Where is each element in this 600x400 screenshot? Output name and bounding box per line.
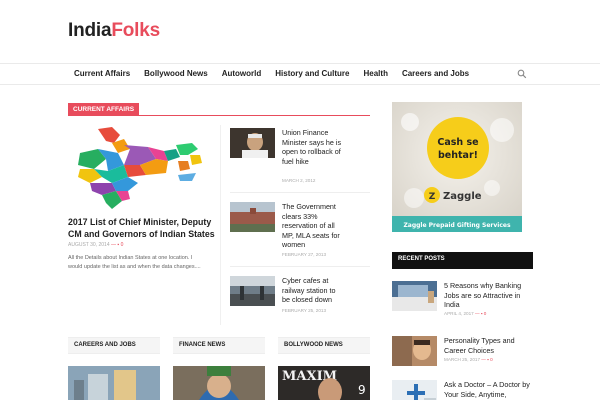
recent-post-thumbnail[interactable] [392,336,437,366]
category-label: BOLLYWOOD NEWS [284,342,343,348]
nav-current-affairs[interactable]: Current Affairs [67,64,137,84]
column-divider [220,125,221,325]
main-nav: Current Affairs Bollywood News Autoworld… [0,63,600,85]
category-bollywood-image[interactable]: MAXIM 9 [278,366,370,400]
category-careers-image[interactable] [68,366,160,400]
zaggle-ad-banner[interactable]: Cash se behtar! Z Zaggle Zaggle Prepaid … [392,102,522,232]
comment-icon: — ▪ [111,242,121,248]
article-thumbnail[interactable] [230,128,275,158]
svg-text:Z: Z [429,192,436,202]
recent-post-date: APRIL 4, 2017 [444,311,474,316]
feature-comment-count[interactable]: 0 [121,242,124,248]
category-bollywood-news[interactable]: BOLLYWOOD NEWS [278,337,370,354]
nav-bollywood-news[interactable]: Bollywood News [137,64,215,84]
recent-post-thumbnail[interactable] [392,281,437,311]
nav-health[interactable]: Health [357,64,395,84]
article-title[interactable]: The Government clears 33% reservation of… [282,202,342,250]
recent-post-title[interactable]: 5 Reasons why Banking Jobs are so Attrac… [444,281,536,310]
nav-autoworld[interactable]: Autoworld [215,64,269,84]
article-thumbnail[interactable] [230,276,275,306]
india-map-image[interactable] [68,125,210,211]
recent-post-meta: APRIL 4, 2017 — ▪ 0 [444,311,486,316]
list-divider [230,192,370,193]
recent-post-comment-count[interactable]: 0 [490,357,493,362]
ad-headline-line2: behtar! [438,150,478,161]
recent-post-title[interactable]: Personality Types and Career Choices [444,336,536,355]
article-date: FEBRUARY 25, 2013 [282,308,327,313]
feature-excerpt: All the Details about Indian States at o… [68,255,201,270]
article-thumbnail[interactable] [230,202,275,232]
category-finance-image[interactable] [173,366,265,400]
section-rule [68,115,370,116]
category-finance-news[interactable]: FINANCE NEWS [173,337,265,354]
feature-title[interactable]: 2017 List of Chief Minister, Deputy CM a… [68,216,218,240]
site-logo[interactable]: IndiaFolks [68,20,160,42]
category-careers-jobs[interactable]: CAREERS AND JOBS [68,337,160,354]
ad-brand-name: Zaggle [443,191,482,202]
recent-post-meta: MARCH 25, 2017 — ▪ 0 [444,357,493,362]
recent-post-comment-count[interactable]: 0 [484,311,487,316]
category-label: CAREERS AND JOBS [74,342,136,348]
ad-headline-line1: Cash se [437,137,478,148]
recent-post-date: MARCH 25, 2017 [444,357,481,362]
comment-icon: — ▪ [473,311,484,316]
list-divider [230,266,370,267]
category-label: FINANCE NEWS [179,342,226,348]
article-date: FEBRUARY 27, 2013 [282,252,327,257]
feature-meta: AUGUST 30, 2014 — ▪ 0 [68,242,123,248]
svg-text:9: 9 [358,383,366,397]
search-icon[interactable] [517,69,527,79]
comment-icon: — ▪ [480,357,491,362]
article-date: MARCH 2, 2012 [282,178,316,183]
recent-posts-title: RECENT POSTS [398,256,445,262]
article-title[interactable]: Union Finance Minister says he is open t… [282,128,342,166]
recent-post-title[interactable]: Ask a Doctor – A Doctor by Your Side, An… [444,380,536,399]
logo-part-folks: Folks [111,20,160,41]
recent-posts-header: RECENT POSTS [392,252,533,269]
article-title[interactable]: Cyber cafes at railway station to be clo… [282,276,342,305]
feature-date: AUGUST 30, 2014 [68,242,110,248]
nav-careers-jobs[interactable]: Careers and Jobs [395,64,476,84]
recent-post-thumbnail[interactable] [392,380,437,400]
ad-footer-text: Zaggle Prepaid Gifting Services [403,222,511,229]
nav-history-culture[interactable]: History and Culture [268,64,356,84]
logo-part-india: India [68,20,112,41]
